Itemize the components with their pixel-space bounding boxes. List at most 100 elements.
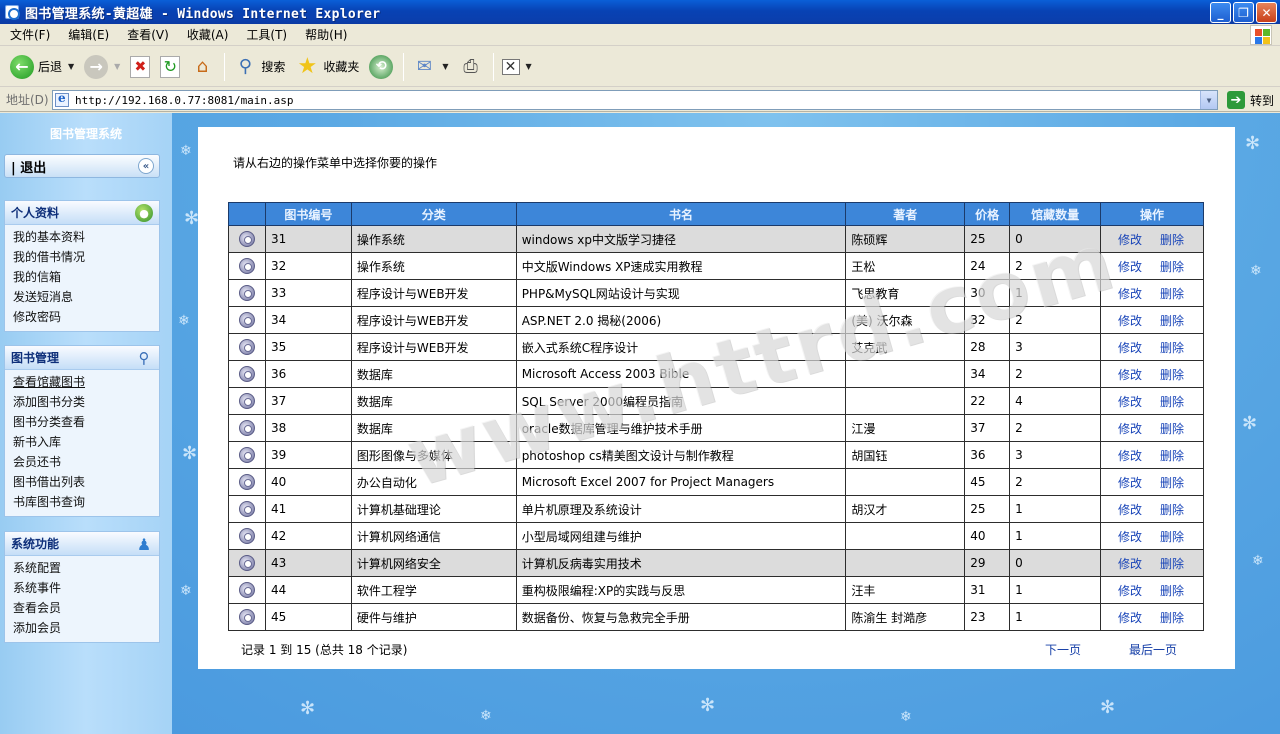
sidebar-item-book-search[interactable]: 书库图书查询 (13, 492, 159, 512)
main-panel: 请从右边的操作菜单中选择你要的操作 图书编号 分类 书名 著者 价格 馆藏数量 … (198, 127, 1235, 669)
cell-quantity: 1 (1009, 522, 1102, 550)
intro-text: 请从右边的操作菜单中选择你要的操作 (233, 156, 438, 170)
sidebar-item-view-categories[interactable]: 图书分类查看 (13, 412, 159, 432)
menu-help[interactable]: 帮助(H) (295, 26, 355, 43)
collapse-icon[interactable]: « (138, 158, 154, 174)
cell-id: 41 (264, 495, 352, 523)
sidebar-item-borrow-list[interactable]: 图书借出列表 (13, 472, 159, 492)
edit-link[interactable]: 修改 (1118, 314, 1142, 328)
address-input[interactable]: http://192.168.0.77:8081/main.asp ▼ (52, 90, 1218, 110)
print-button[interactable]: ⎙ (455, 51, 487, 83)
favorites-button[interactable]: ★ 收藏夹 (291, 51, 363, 83)
menu-file[interactable]: 文件(F) (0, 26, 58, 43)
search-button[interactable]: ⚲ 搜索 (229, 51, 289, 83)
sidebar-item-system-events[interactable]: 系统事件 (13, 578, 159, 598)
edit-link[interactable]: 修改 (1118, 422, 1142, 436)
sidebar-item-profile[interactable]: 我的基本资料 (13, 227, 159, 247)
delete-link[interactable]: 删除 (1160, 449, 1184, 463)
delete-link[interactable]: 删除 (1160, 368, 1184, 382)
cell-quantity: 2 (1009, 252, 1102, 280)
cell-id: 31 (264, 225, 352, 253)
delete-link[interactable]: 删除 (1160, 503, 1184, 517)
delete-link[interactable]: 删除 (1160, 341, 1184, 355)
stop-icon: ✖ (130, 55, 151, 78)
address-dropdown-icon[interactable]: ▼ (1200, 91, 1217, 109)
sidebar-item-return-books[interactable]: 会员还书 (13, 452, 159, 472)
sidebar-item-send-message[interactable]: 发送短消息 (13, 287, 159, 307)
go-label: 转到 (1249, 93, 1274, 108)
edit-link[interactable]: 修改 (1118, 611, 1142, 625)
stop-button[interactable]: ✖ (126, 51, 154, 83)
menu-tools[interactable]: 工具(T) (236, 26, 295, 43)
cell-id: 43 (264, 549, 352, 577)
delete-link[interactable]: 删除 (1160, 422, 1184, 436)
delete-link[interactable]: 删除 (1160, 395, 1184, 409)
sidebar-item-my-borrows[interactable]: 我的借书情况 (13, 247, 159, 267)
last-page-link[interactable]: 最后一页 (1129, 641, 1177, 658)
logout-button[interactable]: | 退出 « (4, 154, 160, 178)
edit-link[interactable]: 修改 (1118, 368, 1142, 382)
sidebar-item-add-member[interactable]: 添加会员 (13, 618, 159, 638)
cell-category: 程序设计与WEB开发 (350, 279, 517, 307)
edit-link[interactable]: 修改 (1118, 341, 1142, 355)
forward-dropdown-icon[interactable]: ▼ (114, 62, 120, 71)
edit-page-button[interactable]: ✕ ▼ (498, 51, 536, 83)
edit-link[interactable]: 修改 (1118, 584, 1142, 598)
edit-link[interactable]: 修改 (1118, 503, 1142, 517)
edit-link[interactable]: 修改 (1118, 476, 1142, 490)
sidebar-item-view-members[interactable]: 查看会员 (13, 598, 159, 618)
record-count: 记录 1 到 15 (总共 18 个记录) (241, 643, 408, 657)
panel-system-title[interactable]: 系统功能 ♟ (5, 532, 159, 556)
delete-link[interactable]: 删除 (1160, 314, 1184, 328)
delete-link[interactable]: 删除 (1160, 287, 1184, 301)
edit-link[interactable]: 修改 (1118, 395, 1142, 409)
menu-edit[interactable]: 编辑(E) (58, 26, 117, 43)
back-dropdown-icon[interactable]: ▼ (68, 62, 74, 71)
refresh-icon: ↻ (160, 55, 181, 78)
edit-link[interactable]: 修改 (1118, 287, 1142, 301)
sidebar-item-system-config[interactable]: 系统配置 (13, 558, 159, 578)
edit-link[interactable]: 修改 (1118, 449, 1142, 463)
next-page-link[interactable]: 下一页 (1045, 641, 1081, 658)
delete-link[interactable]: 删除 (1160, 476, 1184, 490)
restore-button[interactable]: ❐ (1233, 2, 1254, 23)
menu-favorites[interactable]: 收藏(A) (177, 26, 237, 43)
close-button[interactable]: ✕ (1256, 2, 1277, 23)
sidebar-item-add-category[interactable]: 添加图书分类 (13, 392, 159, 412)
mail-button[interactable]: ✉ ▼ (408, 51, 452, 83)
sidebar-item-change-password[interactable]: 修改密码 (13, 307, 159, 327)
mail-dropdown-icon[interactable]: ▼ (442, 62, 448, 71)
delete-link[interactable]: 删除 (1160, 584, 1184, 598)
panel-personal-title[interactable]: 个人资料 ● (5, 201, 159, 225)
edit-link[interactable]: 修改 (1118, 530, 1142, 544)
edit-icon: ✕ (501, 58, 520, 75)
delete-link[interactable]: 删除 (1160, 611, 1184, 625)
sidebar-item-new-books[interactable]: 新书入库 (13, 432, 159, 452)
menu-view[interactable]: 查看(V) (117, 26, 177, 43)
table-row: 44 软件工程学 重构极限编程:XP的实践与反思 汪丰 31 1 修改 删除 (228, 576, 1204, 604)
sidebar-item-mailbox[interactable]: 我的信箱 (13, 267, 159, 287)
edit-dropdown-icon[interactable]: ▼ (526, 62, 532, 71)
panel-system: 系统功能 ♟ 系统配置 系统事件 查看会员 添加会员 (4, 531, 160, 643)
favorites-label: 收藏夹 (323, 60, 360, 74)
minimize-button[interactable]: _ (1210, 2, 1231, 23)
toolbar: ← 后退 ▼ → ▼ ✖ ↻ ⌂ ⚲ 搜索 ★ 收藏夹 ⟲ ✉ ▼ ⎙ ✕ ▼ (0, 47, 1280, 87)
book-status-icon (238, 474, 255, 490)
edit-link[interactable]: 修改 (1118, 557, 1142, 571)
delete-link[interactable]: 删除 (1160, 530, 1184, 544)
refresh-button[interactable]: ↻ (156, 51, 184, 83)
delete-link[interactable]: 删除 (1160, 260, 1184, 274)
table-row: 40 办公自动化 Microsoft Excel 2007 for Project … (228, 468, 1204, 496)
sidebar-item-view-books[interactable]: 查看馆藏图书 (13, 372, 159, 392)
panel-book-management-title[interactable]: 图书管理 ⚲ (5, 346, 159, 370)
delete-link[interactable]: 删除 (1160, 233, 1184, 247)
go-button[interactable]: ➔ 转到 (1226, 91, 1274, 109)
back-button[interactable]: ← 后退 ▼ (6, 51, 78, 83)
delete-link[interactable]: 删除 (1160, 557, 1184, 571)
history-button[interactable]: ⟲ (365, 51, 397, 83)
edit-link[interactable]: 修改 (1118, 260, 1142, 274)
forward-button[interactable]: → ▼ (80, 51, 124, 83)
cell-actions: 修改 删除 (1100, 225, 1204, 253)
edit-link[interactable]: 修改 (1118, 233, 1142, 247)
home-button[interactable]: ⌂ (186, 51, 218, 83)
